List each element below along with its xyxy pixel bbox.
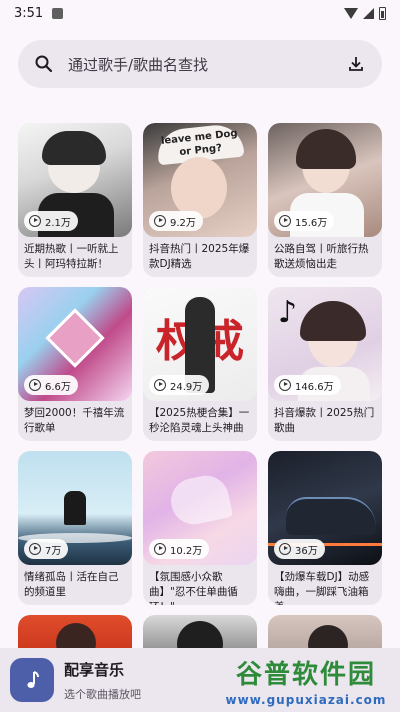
play-icon	[154, 379, 166, 391]
playlist-card[interactable]: 36万 【劲爆车载DJ】动感嗨曲，一脚踩飞油箱盖	[268, 451, 382, 605]
playlist-title: 【2025热梗合集】一秒沦陷灵魂上头神曲	[149, 407, 250, 434]
playlist-card[interactable]: 7万 情绪孤岛丨活在自己的频道里	[18, 451, 132, 605]
playlist-title: 抖音热门丨2025年爆款DJ精选	[149, 243, 250, 270]
playlist-card[interactable]: 10.2万 【氛围感小众歌曲】"忍不住单曲循环！"	[143, 451, 257, 605]
cover-hair	[42, 131, 106, 165]
play-count: 7万	[45, 545, 62, 557]
playlist-cover: ♪ 146.6万	[268, 287, 382, 401]
watermark: 谷普软件园 www.gupuxiazai.com	[214, 650, 398, 710]
play-count-badge: 24.9万	[149, 375, 210, 395]
playlist-cover: 2.1万	[18, 123, 132, 237]
playlist-cover: leave me Dog or Png? 9.2万	[143, 123, 257, 237]
play-count-badge: 9.2万	[149, 211, 203, 231]
play-count: 36万	[295, 545, 318, 557]
playlist-title: 情绪孤岛丨活在自己的频道里	[24, 571, 119, 598]
cover-car	[286, 497, 376, 535]
playlist-cover: 6.6万	[18, 287, 132, 401]
play-count-badge: 6.6万	[24, 375, 78, 395]
playlist-card[interactable]: 2.1万 近期热歌丨一听就上头丨阿玛特拉斯！	[18, 123, 132, 277]
play-count: 10.2万	[170, 545, 203, 557]
playlist-cover: 36万	[268, 451, 382, 565]
play-count-badge: 2.1万	[24, 211, 78, 231]
playlist-cover: 15.6万	[268, 123, 382, 237]
notification-icon	[52, 7, 64, 19]
cover-cat	[64, 491, 86, 525]
play-icon	[279, 379, 291, 391]
playlist-title: 公路自驾丨听旅行热歌送烦恼出走	[274, 243, 369, 270]
player-subtitle: 选个歌曲播放吧	[64, 687, 141, 701]
music-note-icon	[27, 671, 39, 688]
playlist-cover: 10.2万	[143, 451, 257, 565]
cover-hair	[300, 301, 366, 341]
tiktok-icon: ♪	[278, 295, 298, 330]
play-count-badge: 15.6万	[274, 211, 335, 231]
player-title: 配享音乐	[64, 660, 125, 679]
watermark-url: www.gupuxiazai.com	[225, 692, 387, 707]
play-count: 15.6万	[295, 217, 328, 229]
battery-icon	[379, 6, 386, 20]
play-icon	[29, 543, 41, 555]
signal-icon	[363, 7, 374, 19]
playlist-card[interactable]: 6.6万 梦回2000！千禧年流行歌单	[18, 287, 132, 441]
play-count-badge: 146.6万	[274, 375, 341, 395]
play-count: 146.6万	[295, 381, 334, 393]
status-icons	[344, 6, 386, 20]
search-icon	[34, 54, 54, 74]
status-bar: 3:51	[0, 0, 400, 26]
album-art[interactable]	[10, 658, 54, 702]
play-icon	[154, 543, 166, 555]
playlist-card[interactable]: ♪ 146.6万 抖音爆款丨2025热门歌曲	[268, 287, 382, 441]
cover-face	[171, 157, 227, 219]
cover-diamond	[45, 308, 105, 368]
wifi-icon	[344, 7, 358, 19]
player-info: 配享音乐 选个歌曲播放吧	[64, 659, 141, 702]
cover-butterfly	[166, 471, 234, 529]
play-count: 24.9万	[170, 381, 203, 393]
play-count-badge: 36万	[274, 539, 325, 559]
play-count-badge: 7万	[24, 539, 69, 559]
playlist-card[interactable]: 权戒 24.9万 【2025热梗合集】一秒沦陷灵魂上头神曲	[143, 287, 257, 441]
playlist-cover: 权戒 24.9万	[143, 287, 257, 401]
search-input[interactable]: 通过歌手/歌曲名查找	[68, 54, 346, 75]
playlist-title: 【劲爆车载DJ】动感嗨曲，一脚踩飞油箱盖	[274, 571, 370, 605]
download-icon[interactable]	[346, 54, 366, 74]
play-icon	[29, 215, 41, 227]
watermark-main: 谷普软件园	[235, 659, 376, 690]
playlist-grid: 2.1万 近期热歌丨一听就上头丨阿玛特拉斯！ leave me Dog or P…	[18, 123, 382, 655]
play-icon	[279, 543, 291, 555]
playlist-title: 【氛围感小众歌曲】"忍不住单曲循环！"	[149, 571, 238, 605]
play-count-badge: 10.2万	[149, 539, 210, 559]
playlist-title: 近期热歌丨一听就上头丨阿玛特拉斯！	[24, 243, 119, 270]
playlist-card[interactable]: 15.6万 公路自驾丨听旅行热歌送烦恼出走	[268, 123, 382, 277]
playlist-title: 梦回2000！千禧年流行歌单	[24, 407, 125, 434]
status-time: 3:51	[14, 5, 44, 21]
play-count: 2.1万	[45, 217, 71, 229]
play-count: 6.6万	[45, 381, 71, 393]
playlist-card[interactable]: leave me Dog or Png? 9.2万 抖音热门丨2025年爆款DJ…	[143, 123, 257, 277]
cover-hair	[296, 129, 356, 169]
search-bar[interactable]: 通过歌手/歌曲名查找	[18, 40, 382, 88]
playlist-cover: 7万	[18, 451, 132, 565]
play-icon	[279, 215, 291, 227]
play-count: 9.2万	[170, 217, 196, 229]
playlist-title: 抖音爆款丨2025热门歌曲	[274, 407, 375, 434]
play-icon	[154, 215, 166, 227]
play-icon	[29, 379, 41, 391]
